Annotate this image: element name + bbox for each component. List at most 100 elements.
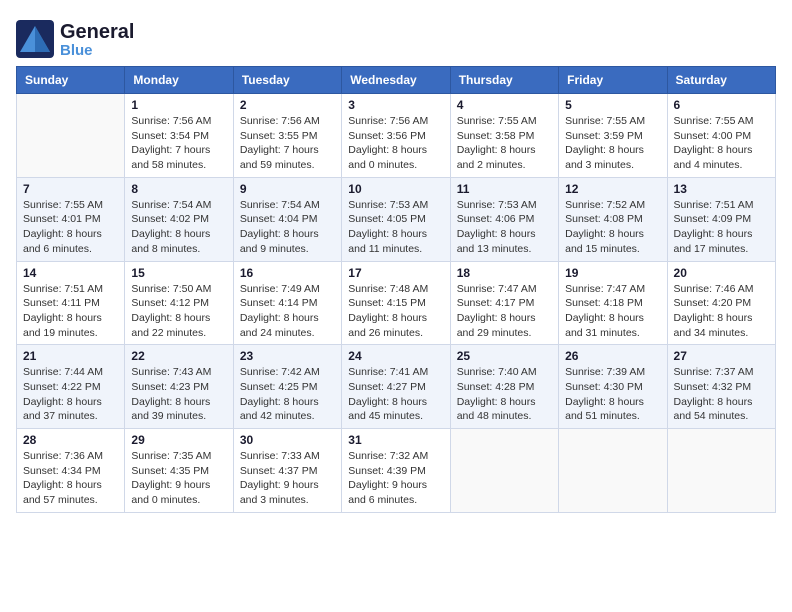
day-number: 9	[240, 182, 335, 196]
day-info: Sunrise: 7:39 AM Sunset: 4:30 PM Dayligh…	[565, 365, 660, 424]
day-number: 25	[457, 349, 552, 363]
day-info: Sunrise: 7:37 AM Sunset: 4:32 PM Dayligh…	[674, 365, 769, 424]
calendar-cell: 20 Sunrise: 7:46 AM Sunset: 4:20 PM Dayli…	[667, 261, 775, 345]
logo: General Blue	[16, 20, 134, 58]
day-info: Sunrise: 7:53 AM Sunset: 4:06 PM Dayligh…	[457, 198, 552, 257]
day-info: Sunrise: 7:41 AM Sunset: 4:27 PM Dayligh…	[348, 365, 443, 424]
day-info: Sunrise: 7:51 AM Sunset: 4:11 PM Dayligh…	[23, 282, 118, 341]
day-number: 2	[240, 98, 335, 112]
day-number: 7	[23, 182, 118, 196]
weekday-header-saturday: Saturday	[667, 67, 775, 94]
day-info: Sunrise: 7:56 AM Sunset: 3:54 PM Dayligh…	[131, 114, 226, 173]
calendar-cell: 4 Sunrise: 7:55 AM Sunset: 3:58 PM Daylig…	[450, 94, 558, 178]
day-info: Sunrise: 7:55 AM Sunset: 3:58 PM Dayligh…	[457, 114, 552, 173]
day-number: 20	[674, 266, 769, 280]
calendar-cell: 11 Sunrise: 7:53 AM Sunset: 4:06 PM Dayli…	[450, 177, 558, 261]
calendar-cell: 1 Sunrise: 7:56 AM Sunset: 3:54 PM Daylig…	[125, 94, 233, 178]
day-info: Sunrise: 7:55 AM Sunset: 4:00 PM Dayligh…	[674, 114, 769, 173]
logo-icon	[16, 20, 54, 58]
calendar-cell: 23Sunrise: 7:42 AM Sunset: 4:25 PM Dayli…	[233, 345, 341, 429]
calendar-cell: 25 Sunrise: 7:40 AM Sunset: 4:28 PM Dayli…	[450, 345, 558, 429]
calendar-cell: 18 Sunrise: 7:47 AM Sunset: 4:17 PM Dayli…	[450, 261, 558, 345]
calendar-cell: 8 Sunrise: 7:54 AM Sunset: 4:02 PM Daylig…	[125, 177, 233, 261]
calendar-cell: 24Sunrise: 7:41 AM Sunset: 4:27 PM Dayli…	[342, 345, 450, 429]
calendar-cell: 10Sunrise: 7:53 AM Sunset: 4:05 PM Dayli…	[342, 177, 450, 261]
week-row-4: 21 Sunrise: 7:44 AM Sunset: 4:22 PM Dayli…	[17, 345, 776, 429]
day-number: 8	[131, 182, 226, 196]
day-info: Sunrise: 7:43 AM Sunset: 4:23 PM Dayligh…	[131, 365, 226, 424]
day-number: 3	[348, 98, 443, 112]
day-number: 1	[131, 98, 226, 112]
day-info: Sunrise: 7:55 AM Sunset: 3:59 PM Dayligh…	[565, 114, 660, 173]
calendar-cell: 22 Sunrise: 7:43 AM Sunset: 4:23 PM Dayli…	[125, 345, 233, 429]
day-info: Sunrise: 7:46 AM Sunset: 4:20 PM Dayligh…	[674, 282, 769, 341]
calendar-cell: 13 Sunrise: 7:51 AM Sunset: 4:09 PM Dayli…	[667, 177, 775, 261]
day-info: Sunrise: 7:54 AM Sunset: 4:04 PM Dayligh…	[240, 198, 335, 257]
day-info: Sunrise: 7:33 AM Sunset: 4:37 PM Dayligh…	[240, 449, 335, 508]
calendar-cell: 12 Sunrise: 7:52 AM Sunset: 4:08 PM Dayli…	[559, 177, 667, 261]
day-info: Sunrise: 7:44 AM Sunset: 4:22 PM Dayligh…	[23, 365, 118, 424]
calendar-cell: 15 Sunrise: 7:50 AM Sunset: 4:12 PM Dayli…	[125, 261, 233, 345]
day-number: 18	[457, 266, 552, 280]
day-number: 14	[23, 266, 118, 280]
day-info: Sunrise: 7:54 AM Sunset: 4:02 PM Dayligh…	[131, 198, 226, 257]
day-number: 22	[131, 349, 226, 363]
calendar-cell	[450, 429, 558, 513]
day-info: Sunrise: 7:40 AM Sunset: 4:28 PM Dayligh…	[457, 365, 552, 424]
day-number: 13	[674, 182, 769, 196]
day-number: 11	[457, 182, 552, 196]
week-row-5: 28 Sunrise: 7:36 AM Sunset: 4:34 PM Dayli…	[17, 429, 776, 513]
day-info: Sunrise: 7:55 AM Sunset: 4:01 PM Dayligh…	[23, 198, 118, 257]
day-info: Sunrise: 7:51 AM Sunset: 4:09 PM Dayligh…	[674, 198, 769, 257]
weekday-header-monday: Monday	[125, 67, 233, 94]
day-number: 28	[23, 433, 118, 447]
weekday-header-thursday: Thursday	[450, 67, 558, 94]
calendar-cell: 17Sunrise: 7:48 AM Sunset: 4:15 PM Dayli…	[342, 261, 450, 345]
day-number: 26	[565, 349, 660, 363]
calendar-cell: 7 Sunrise: 7:55 AM Sunset: 4:01 PM Daylig…	[17, 177, 125, 261]
calendar-cell: 6 Sunrise: 7:55 AM Sunset: 4:00 PM Daylig…	[667, 94, 775, 178]
day-info: Sunrise: 7:50 AM Sunset: 4:12 PM Dayligh…	[131, 282, 226, 341]
day-number: 6	[674, 98, 769, 112]
day-number: 4	[457, 98, 552, 112]
day-number: 27	[674, 349, 769, 363]
day-info: Sunrise: 7:32 AM Sunset: 4:39 PM Dayligh…	[348, 449, 443, 508]
calendar-cell: 5Sunrise: 7:55 AM Sunset: 3:59 PM Daylig…	[559, 94, 667, 178]
weekday-header-friday: Friday	[559, 67, 667, 94]
day-number: 31	[348, 433, 443, 447]
weekday-header-wednesday: Wednesday	[342, 67, 450, 94]
day-info: Sunrise: 7:48 AM Sunset: 4:15 PM Dayligh…	[348, 282, 443, 341]
day-info: Sunrise: 7:35 AM Sunset: 4:35 PM Dayligh…	[131, 449, 226, 508]
calendar-cell: 27 Sunrise: 7:37 AM Sunset: 4:32 PM Dayli…	[667, 345, 775, 429]
calendar-cell	[17, 94, 125, 178]
calendar-cell: 29Sunrise: 7:35 AM Sunset: 4:35 PM Dayli…	[125, 429, 233, 513]
day-info: Sunrise: 7:56 AM Sunset: 3:56 PM Dayligh…	[348, 114, 443, 173]
logo-blue: Blue	[60, 43, 134, 58]
calendar-cell: 28 Sunrise: 7:36 AM Sunset: 4:34 PM Dayli…	[17, 429, 125, 513]
day-info: Sunrise: 7:47 AM Sunset: 4:17 PM Dayligh…	[457, 282, 552, 341]
day-number: 12	[565, 182, 660, 196]
day-info: Sunrise: 7:36 AM Sunset: 4:34 PM Dayligh…	[23, 449, 118, 508]
day-info: Sunrise: 7:52 AM Sunset: 4:08 PM Dayligh…	[565, 198, 660, 257]
calendar-cell: 21 Sunrise: 7:44 AM Sunset: 4:22 PM Dayli…	[17, 345, 125, 429]
day-number: 10	[348, 182, 443, 196]
day-info: Sunrise: 7:49 AM Sunset: 4:14 PM Dayligh…	[240, 282, 335, 341]
day-info: Sunrise: 7:56 AM Sunset: 3:55 PM Dayligh…	[240, 114, 335, 173]
calendar-cell: 30 Sunrise: 7:33 AM Sunset: 4:37 PM Dayli…	[233, 429, 341, 513]
day-number: 16	[240, 266, 335, 280]
day-number: 30	[240, 433, 335, 447]
day-info: Sunrise: 7:42 AM Sunset: 4:25 PM Dayligh…	[240, 365, 335, 424]
week-row-3: 14 Sunrise: 7:51 AM Sunset: 4:11 PM Dayli…	[17, 261, 776, 345]
calendar-cell: 31 Sunrise: 7:32 AM Sunset: 4:39 PM Dayli…	[342, 429, 450, 513]
weekday-header-tuesday: Tuesday	[233, 67, 341, 94]
calendar-cell: 16 Sunrise: 7:49 AM Sunset: 4:14 PM Dayli…	[233, 261, 341, 345]
weekday-header-row: SundayMondayTuesdayWednesdayThursdayFrid…	[17, 67, 776, 94]
calendar-cell: 2 Sunrise: 7:56 AM Sunset: 3:55 PM Daylig…	[233, 94, 341, 178]
day-number: 15	[131, 266, 226, 280]
week-row-2: 7 Sunrise: 7:55 AM Sunset: 4:01 PM Daylig…	[17, 177, 776, 261]
calendar-cell: 9 Sunrise: 7:54 AM Sunset: 4:04 PM Daylig…	[233, 177, 341, 261]
calendar-cell: 14 Sunrise: 7:51 AM Sunset: 4:11 PM Dayli…	[17, 261, 125, 345]
page-header: General Blue	[16, 16, 776, 58]
day-number: 19	[565, 266, 660, 280]
day-number: 21	[23, 349, 118, 363]
